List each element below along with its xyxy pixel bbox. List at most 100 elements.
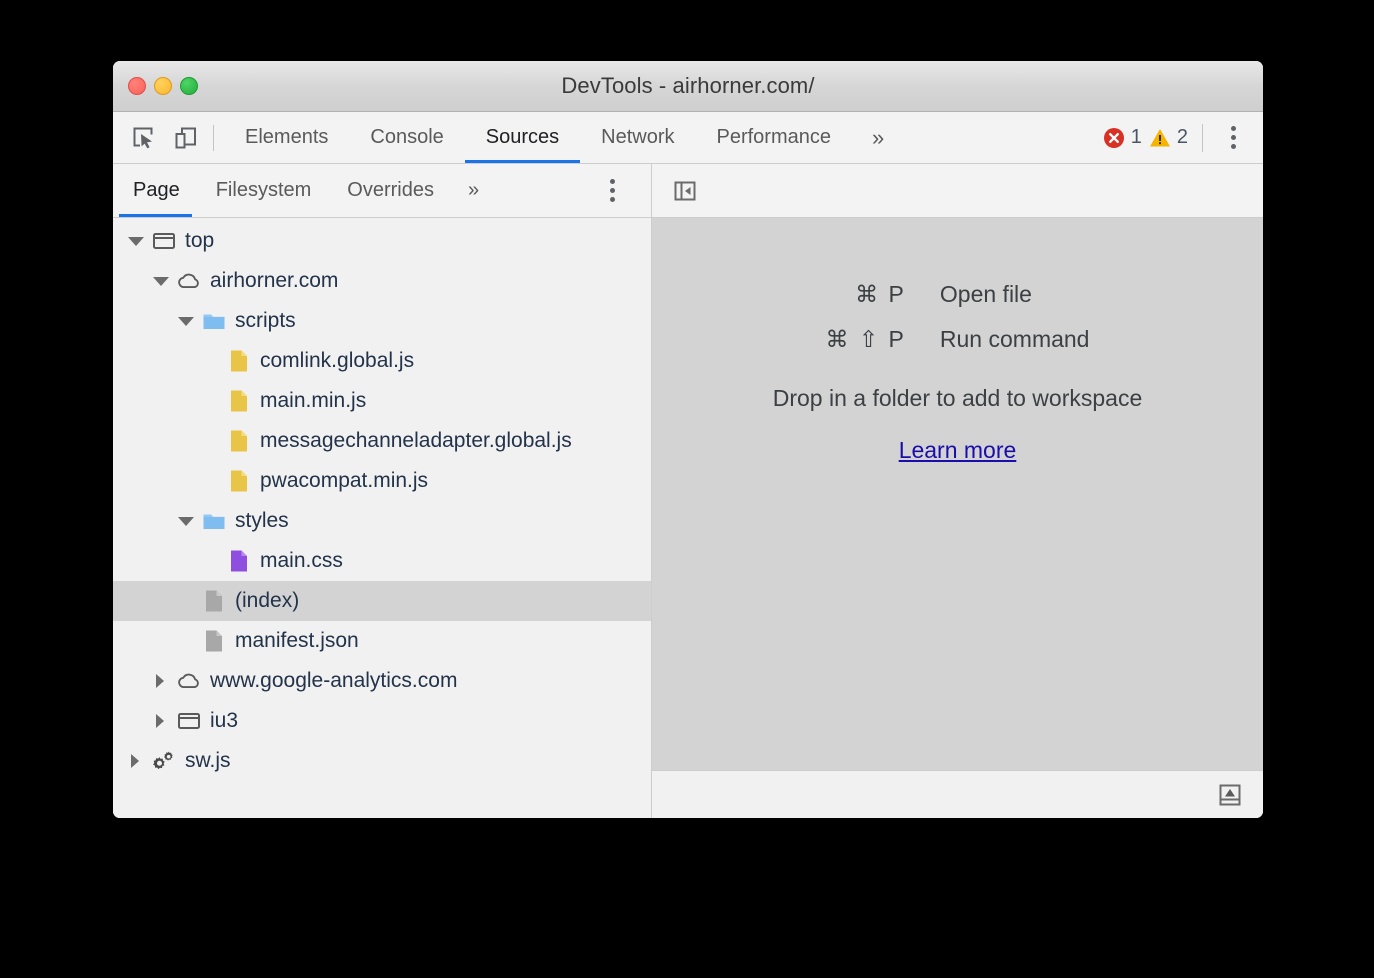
panel-tabs: Elements Console Sources Network Perform… [224,112,852,163]
warning-counter[interactable]: 2 [1149,126,1188,149]
cloud-icon [176,268,202,294]
kebab-dot [1231,135,1236,140]
tree-row-label: messagechanneladapter.global.js [260,429,572,453]
kebab-dot [610,188,615,193]
error-icon [1103,127,1125,149]
shortcut-desc-run-command: Run command [940,317,1090,362]
folder-icon [201,508,227,534]
navigator-more-tabs-chevron-icon[interactable]: » [452,164,495,217]
tree-row-scripts[interactable]: scripts [113,301,651,341]
js-file-icon [226,468,252,494]
tab-elements[interactable]: Elements [224,112,349,163]
document-file-icon [201,588,227,614]
twisty-placeholder [177,592,195,610]
chevron-down-icon[interactable] [152,272,170,290]
js-file-icon [226,348,252,374]
kebab-dot [1231,144,1236,149]
chevron-right-icon[interactable] [152,672,170,690]
tree-row-index[interactable]: (index) [113,581,651,621]
shortcut-keys-run-command: ⌘ ⇧ P [826,317,940,362]
chevron-down-icon[interactable] [177,312,195,330]
tree-row-label: www.google-analytics.com [210,669,457,693]
window-title: DevTools - airhorner.com/ [113,61,1263,111]
devtools-main-toolbar: Elements Console Sources Network Perform… [113,112,1263,164]
editor-bottom-bar [652,770,1263,818]
shortcut-keys-open-file: ⌘ P [826,272,940,317]
nav-tab-overrides[interactable]: Overrides [329,164,452,217]
shortcut-desc-open-file: Open file [940,272,1090,317]
tree-row-label: main.css [260,549,343,573]
kebab-dot [1231,126,1236,131]
tab-sources[interactable]: Sources [465,112,580,163]
shortcut-row: ⌘ P Open file [826,272,1090,317]
navigator-tabbar: Page Filesystem Overrides » [113,164,651,218]
toolbar-right-section: 1 2 [1103,120,1263,156]
cloud-icon [176,668,202,694]
warning-count: 2 [1177,126,1188,149]
tree-row-label: scripts [235,309,296,333]
error-count: 1 [1131,126,1142,149]
devtools-window: DevTools - airhorner.com/ Elements Conso… [113,61,1263,818]
frame-icon [151,228,177,254]
tree-row-iu3[interactable]: iu3 [113,701,651,741]
tree-row-top[interactable]: top [113,221,651,261]
tree-row-messagechanneladapter-global-js[interactable]: messagechanneladapter.global.js [113,421,651,461]
tab-network[interactable]: Network [580,112,695,163]
error-counter[interactable]: 1 [1103,126,1142,149]
tree-row-pwacompat-min-js[interactable]: pwacompat.min.js [113,461,651,501]
chevron-right-icon[interactable] [127,752,145,770]
tree-row-manifest-json[interactable]: manifest.json [113,621,651,661]
tree-row-label: comlink.global.js [260,349,414,373]
tree-row-label: pwacompat.min.js [260,469,428,493]
devtools-body: Page Filesystem Overrides » top airhorner… [113,164,1263,818]
chevron-right-icon[interactable] [152,712,170,730]
toolbar-separator [213,125,214,151]
tab-console[interactable]: Console [349,112,464,163]
twisty-placeholder [177,632,195,650]
document-file-icon [201,628,227,654]
tree-row-sw-js[interactable]: sw.js [113,741,651,781]
chevron-down-icon[interactable] [177,512,195,530]
sources-navigator-pane: Page Filesystem Overrides » top airhorner… [113,164,652,818]
tree-row-label: manifest.json [235,629,359,653]
tree-row-comlink-global-js[interactable]: comlink.global.js [113,341,651,381]
more-options-icon[interactable] [1217,120,1249,156]
tab-performance[interactable]: Performance [696,112,853,163]
issues-counters[interactable]: 1 2 [1103,126,1188,149]
tree-row-label: styles [235,509,289,533]
tree-row-main-css[interactable]: main.css [113,541,651,581]
twisty-placeholder [202,472,220,490]
show-console-drawer-icon[interactable] [1215,780,1245,810]
drop-folder-hint: Drop in a folder to add to workspace [773,385,1142,412]
tree-row-styles[interactable]: styles [113,501,651,541]
shortcut-hints-table: ⌘ P Open file ⌘ ⇧ P Run command [826,272,1090,362]
twisty-placeholder [202,432,220,450]
tree-row-label: top [185,229,214,253]
nav-tab-filesystem[interactable]: Filesystem [198,164,330,217]
css-file-icon [226,548,252,574]
twisty-placeholder [202,552,220,570]
learn-more-link[interactable]: Learn more [899,437,1017,464]
shortcut-row: ⌘ ⇧ P Run command [826,317,1090,362]
file-tree: top airhorner.com scripts comlink.global.js… [113,218,651,818]
tree-row-www-google-analytics-com[interactable]: www.google-analytics.com [113,661,651,701]
kebab-dot [610,179,615,184]
sources-editor-pane: ⌘ P Open file ⌘ ⇧ P Run command Drop in … [652,164,1263,818]
device-toolbar-icon[interactable] [165,117,207,159]
inspect-element-icon[interactable] [123,117,165,159]
tree-row-label: iu3 [210,709,238,733]
more-tabs-chevron-icon[interactable]: » [852,125,904,151]
twisty-placeholder [202,392,220,410]
toolbar-separator-2 [1202,124,1203,152]
chevron-down-icon[interactable] [127,232,145,250]
nav-tab-page[interactable]: Page [113,164,198,217]
editor-tabbar [652,164,1263,218]
frame-icon [176,708,202,734]
js-file-icon [226,388,252,414]
tree-row-label: airhorner.com [210,269,338,293]
tree-row-main-min-js[interactable]: main.min.js [113,381,651,421]
navigator-more-options-icon[interactable] [595,164,629,217]
tree-row-label: main.min.js [260,389,366,413]
collapse-sidebar-icon[interactable] [668,175,702,207]
tree-row-airhorner-com[interactable]: airhorner.com [113,261,651,301]
